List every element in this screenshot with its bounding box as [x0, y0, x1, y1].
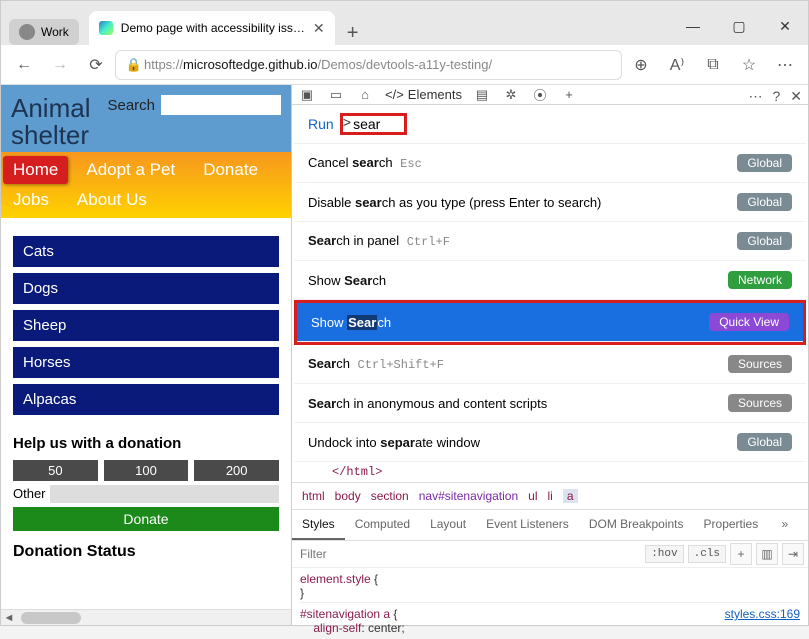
css-rules: element.style { } styles.css:169 #sitena…	[292, 568, 808, 639]
animal-item[interactable]: Sheep	[13, 310, 279, 341]
animal-item[interactable]: Dogs	[13, 273, 279, 304]
site-search-input[interactable]	[161, 95, 281, 115]
address-bar: ← → ⟳ 🔒 https://microsoftedge.github.io/…	[1, 45, 808, 85]
console-icon[interactable]: ▤	[473, 87, 491, 103]
read-aloud-icon[interactable]: A⁾	[660, 50, 694, 80]
amount-100[interactable]: 100	[104, 460, 189, 481]
command-item[interactable]: Disable search as you type (press Enter …	[294, 183, 806, 222]
command-item[interactable]: Search in anonymous and content scriptsS…	[294, 384, 806, 423]
command-menu: Run >sear Cancel search EscGlobalDisable…	[294, 105, 806, 462]
tab-styles[interactable]: Styles	[292, 510, 345, 540]
tab-properties[interactable]: Properties	[694, 510, 769, 540]
tab-event-listeners[interactable]: Event Listeners	[476, 510, 579, 540]
url-host: microsoftedge.github.io	[183, 57, 317, 72]
maximize-button[interactable]: ▢	[716, 8, 762, 45]
devtools-settings-icon[interactable]: ⋯	[748, 88, 762, 105]
refresh-button[interactable]: ⟳	[79, 50, 113, 80]
run-label: Run	[308, 116, 334, 132]
command-item[interactable]: Undock into separate windowGlobal	[294, 423, 806, 462]
collections-icon[interactable]: ⧉	[696, 50, 730, 80]
favicon-icon	[99, 21, 113, 35]
horizontal-scrollbar[interactable]: ◄►	[1, 609, 291, 625]
avatar-icon	[19, 24, 35, 40]
toggle-common-icon[interactable]: ▥	[756, 543, 778, 565]
command-item[interactable]: Search in panel Ctrl+FGlobal	[294, 222, 806, 261]
animal-list: Cats Dogs Sheep Horses Alpacas	[1, 218, 291, 419]
nav-home[interactable]: Home	[3, 156, 68, 184]
app-icon[interactable]: ⊕	[624, 50, 658, 80]
command-item[interactable]: Search Ctrl+Shift+FSources	[294, 345, 806, 384]
close-window-button[interactable]: ✕	[762, 8, 808, 45]
tab-elements[interactable]: </> Elements	[385, 87, 462, 102]
tab-close-icon[interactable]: ✕	[313, 20, 325, 37]
profile-label: Work	[41, 25, 69, 39]
hov-toggle[interactable]: :hov	[645, 545, 683, 563]
page-viewport: Animal shelter Search Home Adopt a Pet D…	[1, 85, 291, 625]
url-input[interactable]: 🔒 https://microsoftedge.github.io/Demos/…	[115, 50, 622, 80]
animal-item[interactable]: Horses	[13, 347, 279, 378]
styles-filter-input[interactable]	[292, 541, 645, 567]
back-button[interactable]: ←	[7, 50, 41, 80]
command-item[interactable]: Cancel search EscGlobal	[294, 144, 806, 183]
amount-50[interactable]: 50	[13, 460, 98, 481]
inspect-icon[interactable]: ▣	[298, 87, 316, 103]
dom-breadcrumb[interactable]: html body section nav#sitenavigation ul …	[292, 482, 808, 509]
cls-toggle[interactable]: .cls	[688, 545, 726, 563]
devtools-close-icon[interactable]: ✕	[790, 88, 802, 105]
nav-about[interactable]: About Us	[67, 186, 157, 214]
welcome-icon[interactable]: ⌂	[356, 87, 374, 102]
site-header: Animal shelter Search	[1, 85, 291, 152]
styles-tabs: Styles Computed Layout Event Listeners D…	[292, 509, 808, 541]
command-input[interactable]: sear	[351, 116, 400, 132]
tab-layout[interactable]: Layout	[420, 510, 476, 540]
site-nav: Home Adopt a Pet Donate Jobs About Us	[1, 152, 291, 218]
command-input-highlight: >sear	[340, 113, 408, 135]
sources-icon[interactable]: ✲	[502, 87, 520, 103]
window-titlebar: Work Demo page with accessibility iss… ✕…	[1, 1, 808, 45]
prompt-icon: >	[343, 116, 351, 132]
site-title: Animal shelter	[11, 95, 107, 150]
tab-dom-breakpoints[interactable]: DOM Breakpoints	[579, 510, 694, 540]
lock-icon: 🔒	[124, 57, 144, 73]
nav-donate[interactable]: Donate	[193, 156, 268, 184]
device-icon[interactable]: ▭	[327, 87, 345, 103]
command-item[interactable]: Show SearchQuick View	[297, 303, 803, 342]
window-controls: — ▢ ✕	[670, 8, 808, 45]
devtools-help-icon[interactable]: ?	[772, 88, 780, 105]
donate-heading: Help us with a donation	[13, 435, 279, 452]
network-icon[interactable]: ⦿	[531, 85, 549, 104]
html-closing-tag: </html>	[292, 462, 808, 482]
amount-200[interactable]: 200	[194, 460, 279, 481]
more-tabs-icon[interactable]: +	[560, 87, 578, 102]
favorite-icon[interactable]: ☆	[732, 50, 766, 80]
nav-jobs[interactable]: Jobs	[3, 186, 59, 214]
devtools: ▣ ▭ ⌂ </> Elements ▤ ✲ ⦿ + ⋯ ? ✕ Run >se…	[291, 85, 808, 625]
tab-computed[interactable]: Computed	[345, 510, 420, 540]
minimize-button[interactable]: —	[670, 8, 716, 45]
animal-item[interactable]: Cats	[13, 236, 279, 267]
other-label: Other	[13, 486, 46, 501]
new-rule-icon[interactable]: +	[730, 543, 752, 565]
profile-chip[interactable]: Work	[9, 19, 79, 45]
nav-adopt[interactable]: Adopt a Pet	[76, 156, 185, 184]
search-label: Search	[107, 97, 155, 114]
command-item[interactable]: Show SearchNetwork	[294, 261, 806, 300]
tab-more[interactable]: »	[768, 510, 798, 540]
menu-icon[interactable]: ⋯	[768, 50, 802, 80]
donation-status-heading: Donation Status	[1, 531, 291, 561]
animal-item[interactable]: Alpacas	[13, 384, 279, 415]
devtools-tab-strip: ▣ ▭ ⌂ </> Elements ▤ ✲ ⦿ +	[292, 85, 808, 105]
computed-toggle-icon[interactable]: ⇥	[782, 543, 804, 565]
browser-tab[interactable]: Demo page with accessibility iss… ✕	[89, 11, 335, 45]
tab-title: Demo page with accessibility iss…	[121, 21, 305, 35]
url-path: /Demos/devtools-a11y-testing/	[317, 57, 492, 72]
other-input[interactable]	[50, 485, 279, 503]
new-tab-button[interactable]: +	[335, 22, 371, 45]
donate-button[interactable]: Donate	[13, 507, 279, 531]
source-link[interactable]: styles.css:169	[725, 607, 800, 621]
url-scheme: https://	[144, 57, 183, 72]
forward-button: →	[43, 50, 77, 80]
